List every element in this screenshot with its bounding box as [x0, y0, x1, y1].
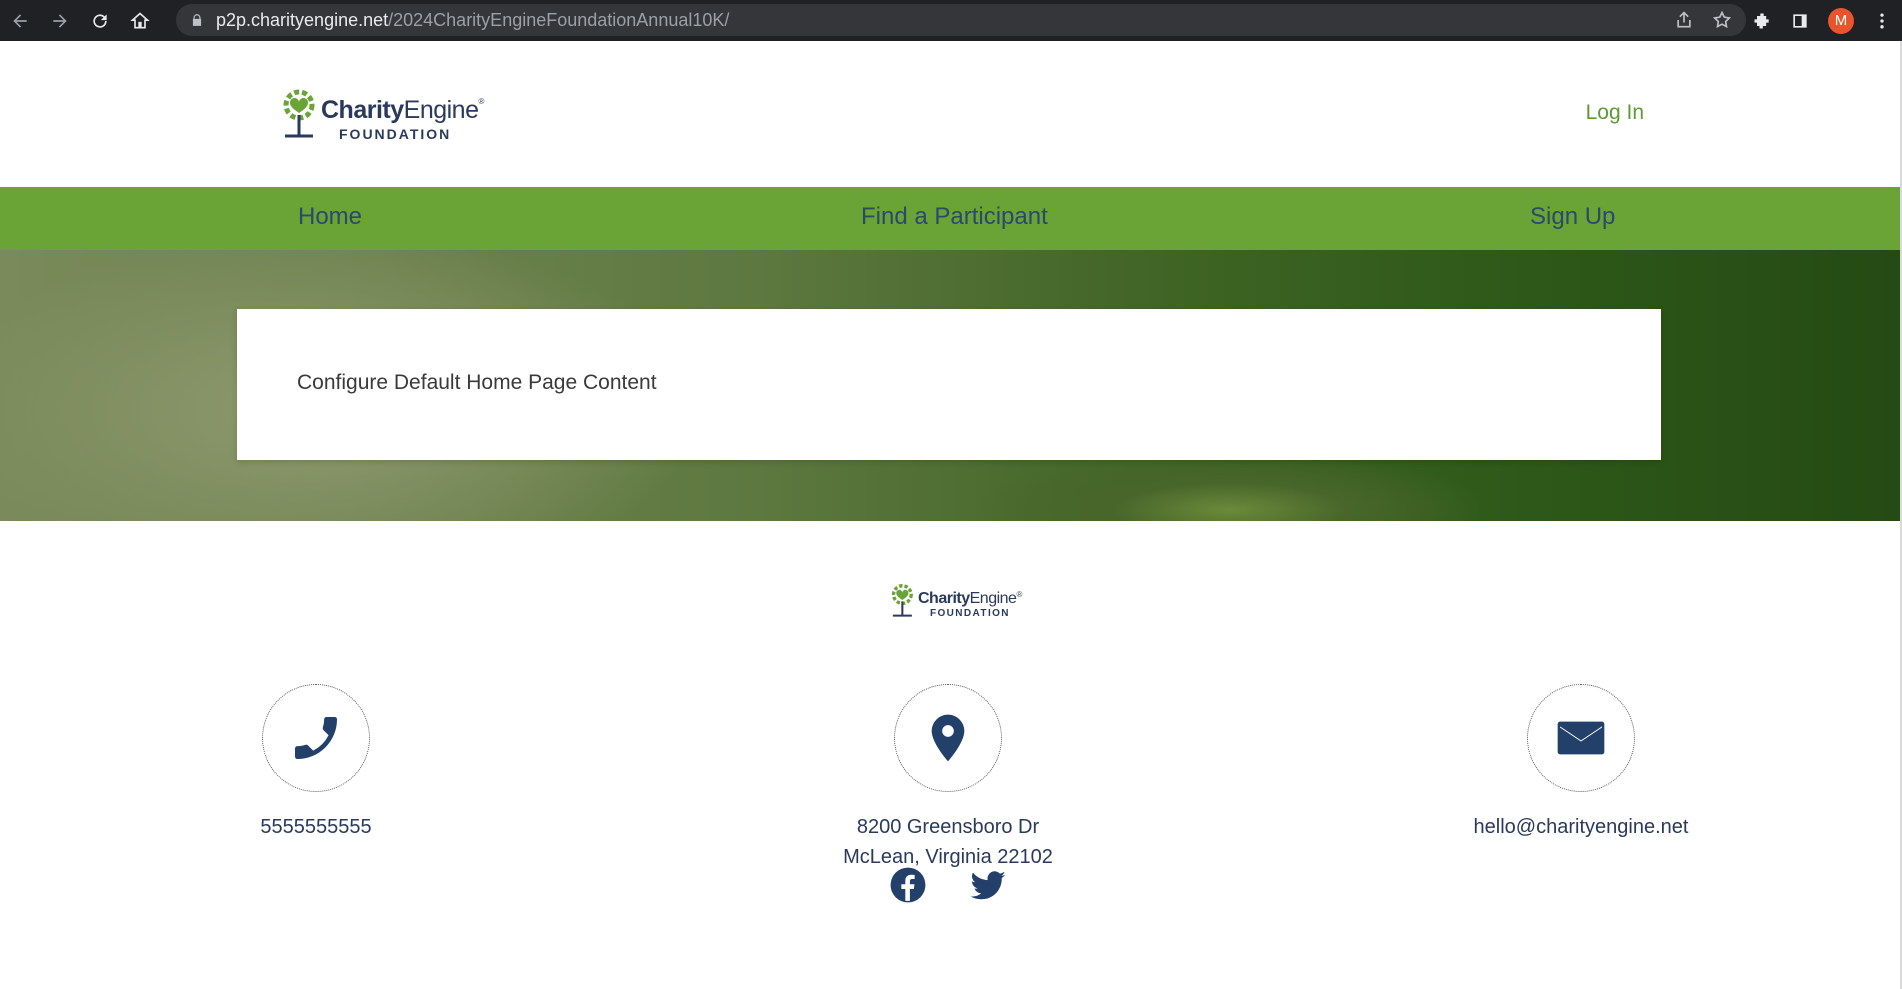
map-pin-icon [931, 714, 965, 762]
home-icon [130, 11, 150, 28]
twitter-icon[interactable] [969, 866, 1007, 904]
phone-icon [295, 717, 337, 759]
logo-text: CharityEngine® FOUNDATION [321, 96, 484, 142]
home-browser-button[interactable] [120, 0, 160, 41]
charity-engine-logo-icon [891, 584, 913, 617]
location-circle[interactable] [894, 684, 1002, 792]
hero-text: Configure Default Home Page Content [297, 371, 657, 394]
reload-button[interactable] [80, 0, 120, 41]
logo-subtitle: FOUNDATION [339, 126, 452, 142]
site-logo[interactable]: CharityEngine® FOUNDATION [275, 85, 484, 141]
nav-sign-up[interactable]: Sign Up [1530, 203, 1615, 231]
charity-engine-logo-icon [283, 89, 315, 138]
footer-logo-subtitle: FOUNDATION [930, 608, 1010, 619]
hero-content-card: Configure Default Home Page Content [237, 309, 1661, 460]
social-links [889, 866, 1007, 904]
arrow-right-icon [53, 13, 67, 28]
nav-find-participant[interactable]: Find a Participant [861, 203, 1048, 231]
main-nav: Home Find a Participant Sign Up [0, 187, 1900, 250]
phone-number[interactable]: 5555555555 [156, 812, 476, 842]
back-button[interactable] [0, 0, 40, 41]
site-footer: CharityEngine® FOUNDATION 5555555555 820… [0, 521, 1900, 989]
logo-name: CharityEngine® [321, 96, 484, 124]
footer-logo-text: CharityEngine® FOUNDATION [918, 591, 1022, 619]
site-header: CharityEngine® FOUNDATION Log In [0, 41, 1900, 187]
footer-logo-name: CharityEngine® [918, 590, 1022, 607]
contact-email: hello@charityengine.net [1421, 684, 1741, 842]
address-text: 8200 Greensboro Dr McLean, Virginia 2210… [788, 812, 1108, 872]
footer-logo[interactable]: CharityEngine® FOUNDATION [886, 581, 1022, 619]
address-line-1: 8200 Greensboro Dr [856, 816, 1040, 838]
address-bar[interactable]: p2p.charityengine.net/2024CharityEngineF… [176, 4, 1746, 36]
hero-banner: Configure Default Home Page Content [0, 250, 1900, 521]
nav-home[interactable]: Home [298, 203, 362, 231]
star-icon[interactable] [1712, 10, 1732, 30]
email-address[interactable]: hello@charityengine.net [1421, 812, 1741, 842]
browser-toolbar: p2p.charityengine.net/2024CharityEngineF… [0, 0, 1902, 41]
login-link[interactable]: Log In [1586, 101, 1644, 125]
contact-phone: 5555555555 [156, 684, 476, 842]
menu-kebab-icon[interactable] [1872, 11, 1892, 31]
page: CharityEngine® FOUNDATION Log In Home Fi… [0, 41, 1900, 989]
profile-avatar[interactable]: M [1828, 7, 1854, 34]
url-text: p2p.charityengine.net/2024CharityEngineF… [216, 9, 730, 30]
facebook-icon[interactable] [889, 866, 927, 904]
reload-icon [93, 13, 107, 28]
extensions-icon[interactable] [1752, 11, 1772, 31]
side-panel-icon[interactable] [1790, 11, 1810, 31]
email-circle[interactable] [1527, 684, 1635, 792]
forward-button[interactable] [40, 0, 80, 41]
contact-address: 8200 Greensboro Dr McLean, Virginia 2210… [788, 684, 1108, 872]
envelope-icon [1557, 721, 1605, 755]
arrow-left-icon [13, 13, 27, 28]
phone-circle[interactable] [262, 684, 370, 792]
lock-icon [192, 14, 202, 26]
share-icon[interactable] [1674, 10, 1694, 30]
